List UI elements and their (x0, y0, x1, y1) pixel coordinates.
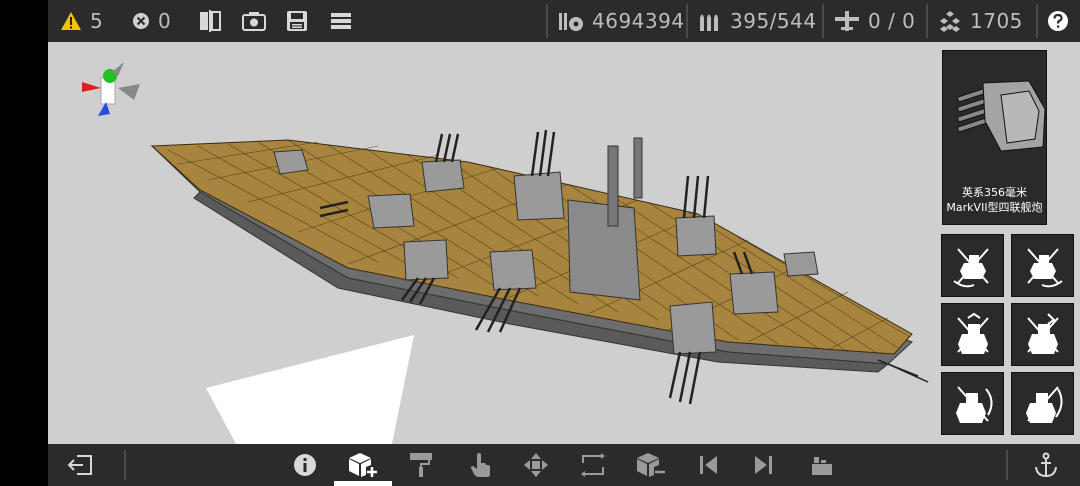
mirror-button[interactable] (198, 0, 222, 42)
info-icon (294, 454, 316, 476)
move-button[interactable] (516, 444, 556, 486)
mirror-icon (200, 10, 221, 32)
turret (513, 171, 565, 221)
paint-roller-icon (410, 453, 432, 477)
bottom-toolbar (48, 444, 1080, 486)
add-part-button[interactable] (343, 444, 383, 486)
tilt-right-button[interactable] (1011, 372, 1074, 435)
step-forward-icon (755, 456, 772, 474)
camera-icon (242, 12, 266, 31)
ammo-icon (700, 14, 718, 31)
turret-tilt-left-icon (955, 385, 992, 423)
step-back-icon (700, 456, 717, 474)
separator (1036, 4, 1038, 38)
next-button[interactable] (744, 444, 784, 486)
layers-icon (812, 457, 832, 475)
error-icon (133, 13, 149, 29)
ammo-value: 395/544 (730, 9, 817, 33)
part-name: 英系356毫米MarkVII型四联舰炮 (946, 186, 1043, 214)
help-button[interactable] (1047, 0, 1069, 42)
turret (367, 193, 415, 229)
separator (124, 450, 126, 480)
aircraft-value: 0 / 0 (868, 9, 916, 33)
turret (403, 239, 449, 281)
remove-part-button[interactable] (631, 444, 671, 486)
resources-icon (940, 11, 960, 32)
light-beam (206, 335, 414, 444)
add-cube-icon (349, 453, 377, 477)
exit-icon (67, 455, 92, 475)
turret-rotate-reverse-icon (1026, 247, 1063, 287)
selected-part-panel[interactable]: 英系356毫米MarkVII型四联舰炮 (942, 50, 1047, 225)
elevate-down-button[interactable] (1011, 303, 1074, 366)
plane-icon (835, 11, 859, 31)
weight-icon (559, 13, 583, 31)
errors-indicator[interactable]: 0 (132, 0, 171, 42)
mass-value: 4694394 (592, 9, 685, 33)
paint-button[interactable] (401, 444, 441, 486)
separator (822, 4, 824, 38)
anchor-icon (1035, 452, 1057, 478)
active-tool-indicator (334, 481, 392, 486)
cost-indicator[interactable]: 1705 (938, 0, 1023, 42)
turret-depress-icon (1026, 312, 1059, 354)
tilt-left-button[interactable] (941, 372, 1004, 435)
separator (686, 4, 688, 38)
elevate-up-button[interactable] (941, 303, 1004, 366)
part-preview (956, 80, 1046, 152)
superstructure (567, 199, 641, 301)
layers-button[interactable] (802, 444, 842, 486)
separator (926, 4, 928, 38)
turret (729, 271, 779, 315)
screenshot-button[interactable] (242, 0, 266, 42)
info-button[interactable] (285, 444, 325, 486)
rotate-reverse-button[interactable] (1011, 234, 1074, 297)
mass-indicator[interactable]: 4694394 (558, 0, 685, 42)
previous-button[interactable] (688, 444, 728, 486)
turret-rotate-icon (952, 247, 989, 287)
menu-button[interactable] (330, 0, 352, 42)
save-button[interactable] (286, 0, 308, 42)
exit-button[interactable] (60, 444, 100, 486)
turret-elevate-icon (956, 312, 989, 354)
help-icon (1048, 11, 1068, 31)
aircraft-indicator[interactable]: 0 / 0 (834, 0, 915, 42)
cost-value: 1705 (970, 9, 1023, 33)
turret (489, 249, 537, 291)
top-bar: 5 0 4694394 395/544 0 / 0 1705 (48, 0, 1080, 42)
turret (421, 159, 465, 193)
game-screen: 5 0 4694394 395/544 0 / 0 1705 英系356毫米Ma… (48, 0, 1080, 486)
remove-cube-icon (637, 453, 665, 477)
turret (675, 215, 717, 257)
warning-icon (61, 12, 81, 30)
save-icon (287, 11, 307, 31)
turret (669, 301, 717, 355)
ammo-indicator[interactable]: 395/544 (698, 0, 817, 42)
menu-icon (331, 13, 351, 29)
move-arrows-icon (524, 453, 548, 477)
errors-count: 0 (158, 9, 172, 33)
axis-gizmo[interactable] (82, 62, 140, 116)
warnings-indicator[interactable]: 5 (60, 0, 103, 42)
turret (783, 251, 819, 277)
rotate-icon (581, 453, 605, 477)
turret-tilt-right-icon (1025, 385, 1062, 423)
viewport[interactable] (48, 42, 1080, 444)
rotate-button[interactable] (573, 444, 613, 486)
warnings-count: 5 (90, 9, 104, 33)
separator (1006, 450, 1008, 480)
hand-pointer-icon (471, 453, 490, 477)
turret (273, 149, 309, 175)
separator (546, 4, 548, 38)
rotate-horizontal-button[interactable] (941, 234, 1004, 297)
anchor-button[interactable] (1026, 444, 1066, 486)
select-button[interactable] (460, 444, 500, 486)
